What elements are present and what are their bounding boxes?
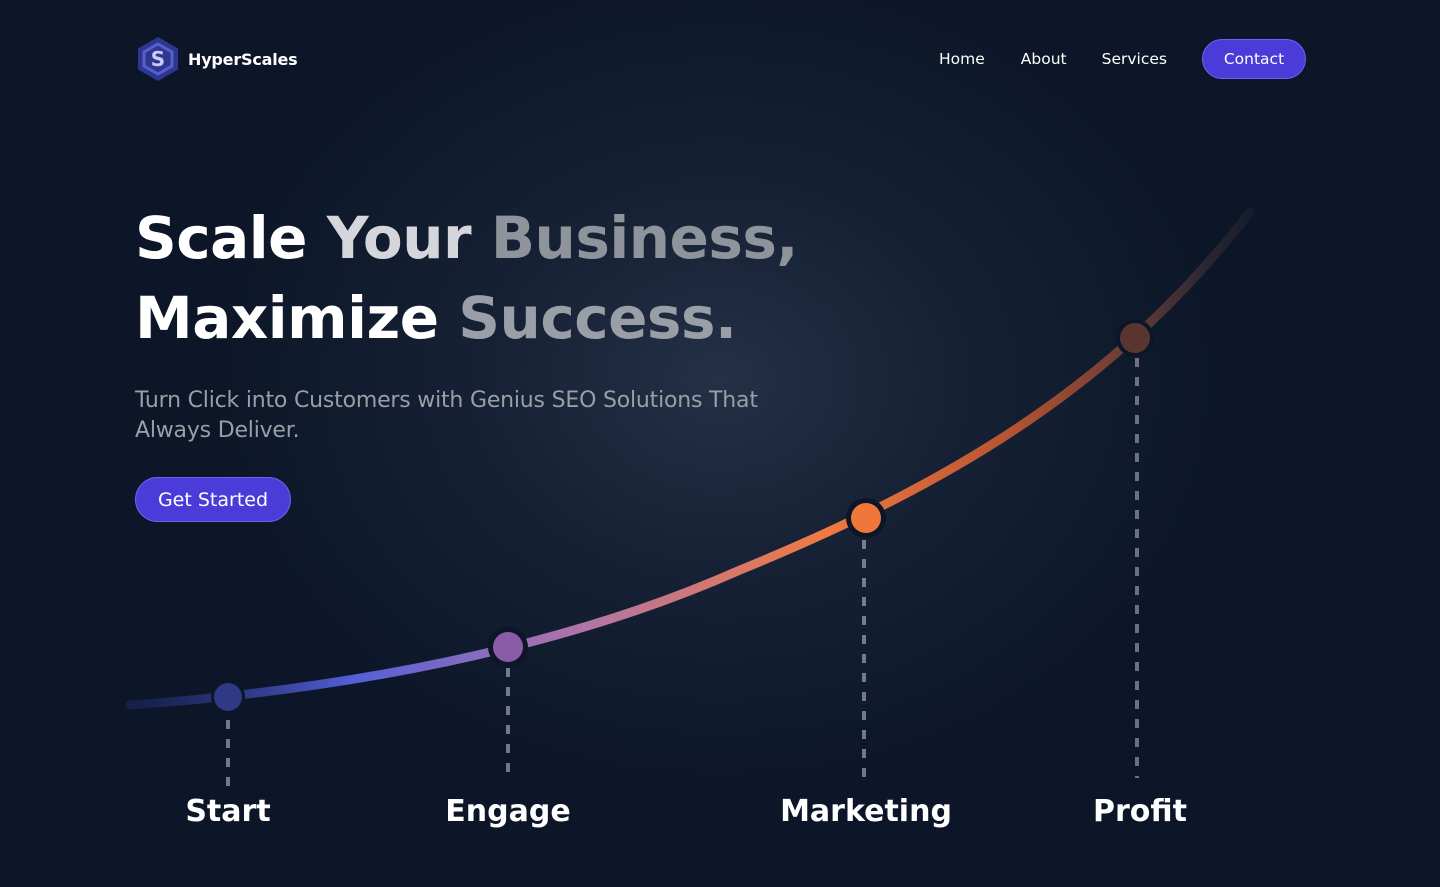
stage-node-start	[211, 680, 245, 714]
headline-word: Maximize	[135, 284, 439, 352]
stage-node-profit-dot	[1120, 323, 1150, 353]
headline-word: Scale	[135, 204, 308, 272]
brand-logo[interactable]: S HyperScales	[135, 35, 298, 83]
nav-link-services[interactable]: Services	[1102, 50, 1167, 68]
stage-node-engage-dot	[493, 632, 523, 662]
nav-link-home[interactable]: Home	[939, 50, 985, 68]
headline-line-2: Maximize Success.	[135, 278, 798, 358]
stage-label-start: Start	[185, 794, 271, 829]
logo-letter: S	[151, 47, 165, 71]
hex-s-logo-icon: S	[135, 35, 181, 83]
hero-subtitle: Turn Click into Customers with Genius SE…	[135, 388, 758, 443]
stage-node-engage	[488, 627, 528, 667]
brand-name: HyperScales	[188, 49, 298, 69]
nav-link-about[interactable]: About	[1021, 50, 1067, 68]
headline-line-1: Scale Your Business,	[135, 198, 798, 278]
stage-label-profit: Profit	[1093, 794, 1187, 829]
main-nav: Home About Services Contact	[939, 39, 1306, 79]
stage-node-profit	[1116, 319, 1154, 357]
headline-word: Your	[326, 204, 472, 272]
headline-word: Business,	[490, 204, 799, 272]
headline-word: Success.	[458, 284, 737, 352]
contact-button[interactable]: Contact	[1202, 39, 1306, 79]
stage-node-start-dot	[214, 683, 242, 711]
get-started-button[interactable]: Get Started	[135, 477, 291, 522]
stage-node-marketing-dot	[851, 503, 881, 533]
hero-headline: Scale Your Business, Maximize Success.	[135, 198, 798, 358]
stage-label-engage: Engage	[445, 794, 571, 829]
stage-node-marketing	[846, 498, 886, 538]
stage-label-marketing: Marketing	[780, 794, 952, 829]
